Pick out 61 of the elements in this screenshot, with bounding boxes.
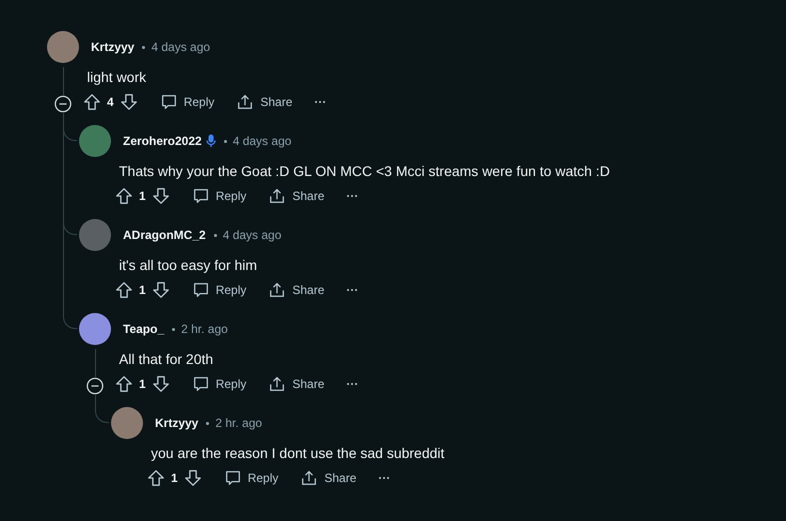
comment-text: it's all too easy for him: [119, 256, 258, 275]
reply-button[interactable]: Reply: [188, 183, 250, 209]
more-options-button[interactable]: ···: [342, 278, 362, 302]
timestamp: 4 days ago: [232, 133, 292, 150]
reply-button[interactable]: Reply: [188, 277, 250, 303]
share-button[interactable]: Share: [232, 89, 296, 115]
separator-dot: [142, 46, 146, 48]
thread-connector: [62, 211, 76, 235]
vote-count: 1: [139, 188, 146, 205]
comment-icon: [192, 375, 210, 393]
more-options-button[interactable]: ···: [342, 184, 362, 208]
separator-dot: [172, 328, 176, 330]
comment-icon: [192, 281, 210, 299]
timestamp: 4 days ago: [222, 227, 282, 244]
vote-count: 1: [139, 376, 146, 393]
share-button[interactable]: Share: [296, 465, 360, 491]
share-icon: [268, 375, 286, 393]
comment-text: All that for 20th: [119, 350, 214, 369]
share-icon: [268, 281, 286, 299]
thread-connector: [62, 305, 76, 329]
more-options-button[interactable]: ···: [310, 90, 330, 114]
avatar-photo[interactable]: [111, 407, 143, 439]
comment-text: Thats why your the Goat :D GL ON MCC <3 Mcci streams were fun to watch :D: [119, 162, 611, 181]
share-icon: [236, 93, 254, 111]
separator-dot: [224, 140, 227, 142]
comment-icon: [160, 93, 178, 111]
comment-icon: [224, 469, 242, 487]
comment-icon: [192, 187, 210, 205]
separator-dot: [206, 422, 210, 424]
reply-button[interactable]: Reply: [156, 89, 218, 115]
reply-button[interactable]: Reply: [188, 371, 250, 397]
share-icon: [300, 469, 318, 487]
username[interactable]: Zerohero2022: [123, 132, 202, 150]
collapse-icon[interactable]: [54, 95, 72, 113]
separator-dot: [214, 234, 217, 236]
more-options-button[interactable]: ···: [374, 466, 394, 490]
avatar-photo[interactable]: [79, 219, 111, 251]
vote-count: 1: [171, 470, 178, 487]
username[interactable]: ADragonMC_2: [123, 226, 206, 244]
comment-text: light work: [87, 68, 148, 87]
timestamp: 4 days ago: [151, 39, 210, 56]
thread-connector: [94, 399, 108, 423]
more-options-button[interactable]: ···: [342, 372, 362, 396]
collapse-icon[interactable]: [86, 377, 104, 395]
timestamp: 2 hr. ago: [181, 321, 228, 338]
username[interactable]: Krtzyyy: [91, 38, 134, 56]
thread-connector: [62, 117, 76, 141]
username[interactable]: Krtzyyy: [155, 414, 198, 432]
share-button[interactable]: Share: [264, 183, 328, 209]
share-button[interactable]: Share: [264, 371, 328, 397]
reply-button[interactable]: Reply: [220, 465, 282, 491]
share-button[interactable]: Share: [264, 277, 328, 303]
share-icon: [268, 187, 286, 205]
username[interactable]: Teapo_: [123, 320, 164, 338]
avatar-photo[interactable]: [79, 313, 111, 345]
vote-count: 4: [107, 94, 114, 111]
vote-count: 1: [139, 282, 146, 299]
comment-text: you are the reason I dont use the sad subreddit: [151, 444, 446, 463]
avatar-photo[interactable]: [79, 125, 111, 157]
timestamp: 2 hr. ago: [215, 415, 262, 432]
avatar-photo[interactable]: [47, 31, 79, 63]
